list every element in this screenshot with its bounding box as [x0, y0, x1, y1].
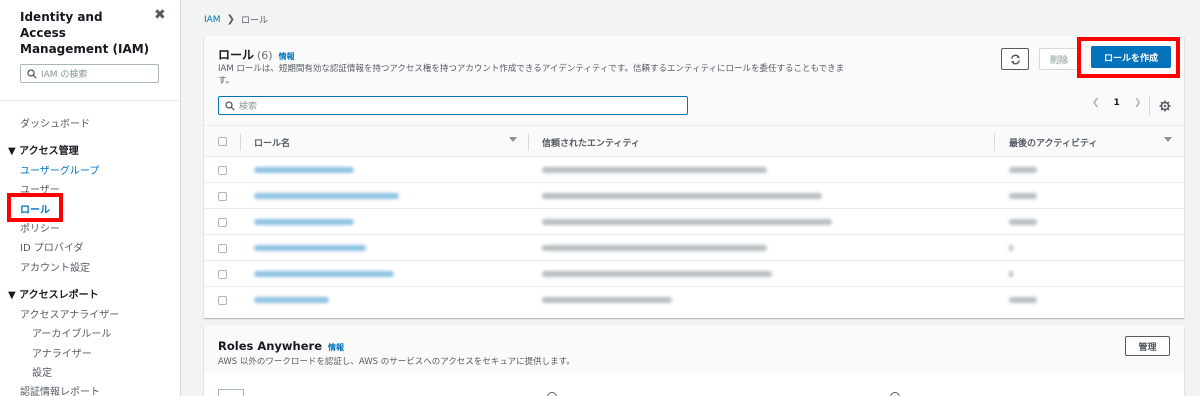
last-activity-text — [1009, 167, 1037, 173]
roles-title-text: ロール — [218, 48, 255, 62]
role-name-link[interactable] — [254, 271, 394, 277]
roles-anywhere-title: Roles Anywhere 情報 — [218, 339, 344, 353]
breadcrumb-current: ロール — [240, 16, 268, 26]
sidebar-section-access-reports[interactable]: ▼ アクセスレポート — [8, 286, 99, 301]
sidebar-item-credential-report[interactable]: 認証情報レポート — [20, 383, 100, 396]
breadcrumb-iam[interactable]: IAM — [204, 15, 221, 25]
trusted-entity-text — [542, 167, 767, 173]
roles-panel-header: ロール (6) 情報 IAM ロールは、短期間有効な認証情報を持つアクセス権を持つア… — [204, 36, 1184, 125]
table-row[interactable] — [204, 235, 1184, 261]
roles-description: IAM ロールは、短期間有効な認証情報を持つアクセス権を持つアカウント作成できる… — [218, 64, 845, 86]
select-all-checkbox[interactable] — [218, 137, 227, 146]
row-checkbox[interactable] — [218, 166, 227, 175]
row-checkbox[interactable] — [218, 296, 227, 305]
sidebar-item-id-providers[interactable]: ID プロバイダ — [20, 239, 83, 254]
table-row[interactable] — [204, 261, 1184, 287]
sidebar-item-user-groups[interactable]: ユーザーグループ — [20, 162, 99, 177]
chevron-left-icon[interactable]: ❮ — [1092, 98, 1100, 108]
roles-anywhere-header: Roles Anywhere 情報 AWS 以外のワークロードを認証し、AWS の… — [204, 326, 1184, 373]
sidebar-section-access-management[interactable]: ▼ アクセス管理 — [8, 142, 79, 157]
role-name-link[interactable] — [254, 245, 366, 251]
gear-icon[interactable] — [1159, 100, 1171, 112]
trusted-entity-text — [542, 219, 832, 225]
trusted-entity-text — [542, 193, 822, 199]
sort-caret-icon[interactable] — [509, 137, 517, 142]
last-activity-text — [1009, 193, 1037, 199]
search-icon — [27, 68, 37, 79]
page-number[interactable]: 1 — [1114, 98, 1120, 108]
table-row[interactable] — [204, 209, 1184, 235]
role-name-link[interactable] — [254, 219, 354, 225]
role-name-link[interactable] — [254, 167, 354, 173]
sidebar-item-dashboard[interactable]: ダッシュボード — [20, 115, 90, 130]
roles-search-placeholder: 検索 — [239, 102, 258, 112]
table-row[interactable] — [204, 183, 1184, 209]
trusted-entity-text — [542, 271, 772, 277]
roles-search-input[interactable]: 検索 — [218, 96, 688, 115]
pagination: ❮ 1 ❯ — [1092, 98, 1141, 108]
roles-anywhere-icon — [218, 389, 244, 396]
roles-panel: ロール (6) 情報 IAM ロールは、短期間有効な認証情報を持つアクセス権を持つア… — [204, 36, 1184, 318]
breadcrumb: IAM ❯ ロール — [204, 13, 268, 26]
chevron-right-icon[interactable]: ❯ — [1134, 98, 1142, 108]
column-header-trusted-entities[interactable]: 信頼されたエンティティ — [542, 136, 640, 149]
divider — [0, 100, 180, 101]
sidebar-title: Identity and Access Management (IAM) — [20, 10, 150, 56]
info-link[interactable]: 情報 — [328, 343, 344, 352]
row-checkbox[interactable] — [218, 244, 227, 253]
sidebar: Identity and Access Management (IAM) ✖ I… — [0, 0, 181, 396]
refresh-button[interactable] — [1001, 48, 1029, 70]
radio-button[interactable] — [547, 392, 557, 396]
iam-console: Identity and Access Management (IAM) ✖ I… — [0, 0, 1200, 396]
divider — [994, 133, 995, 151]
roles-anywhere-title-text: Roles Anywhere — [218, 339, 323, 353]
trusted-entity-text — [542, 297, 672, 303]
column-header-role-name[interactable]: ロール名 — [254, 136, 290, 149]
divider — [528, 133, 529, 151]
last-activity-text — [1009, 271, 1013, 277]
sidebar-item-analyzers[interactable]: アナライザー — [32, 345, 92, 360]
sidebar-item-account-settings[interactable]: アカウント設定 — [20, 259, 90, 274]
row-checkbox[interactable] — [218, 192, 227, 201]
sidebar-item-policies[interactable]: ポリシー — [20, 220, 60, 235]
roles-count: (6) — [257, 49, 273, 62]
roles-anywhere-panel: Roles Anywhere 情報 AWS 以外のワークロードを認証し、AWS の… — [204, 326, 1184, 396]
roles-anywhere-description: AWS 以外のワークロードを認証し、AWS のサービスへのアクセスをセキュアに提… — [218, 357, 575, 367]
role-name-link[interactable] — [254, 297, 329, 303]
last-activity-text — [1009, 245, 1013, 251]
delete-button[interactable]: 削除 — [1039, 48, 1079, 70]
page-title: ロール (6) 情報 — [218, 46, 295, 63]
refresh-icon — [1010, 54, 1020, 64]
table-header: ロール名 信頼されたエンティティ 最後のアクティビティ — [204, 125, 1184, 157]
table-row[interactable] — [204, 287, 1184, 313]
sidebar-search-input[interactable]: IAM の検索 — [20, 64, 159, 83]
table-row[interactable] — [204, 157, 1184, 183]
radio-button[interactable] — [890, 392, 900, 396]
sort-caret-icon[interactable] — [1164, 137, 1172, 142]
sidebar-item-archive-rules[interactable]: アーカイブルール — [32, 325, 111, 340]
info-link[interactable]: 情報 — [279, 52, 295, 61]
divider — [240, 133, 241, 151]
role-name-link[interactable] — [254, 193, 399, 199]
last-activity-text — [1009, 297, 1037, 303]
chevron-right-icon: ❯ — [226, 14, 235, 25]
row-checkbox[interactable] — [218, 270, 227, 279]
last-activity-text — [1009, 219, 1037, 225]
column-header-last-activity[interactable]: 最後のアクティビティ — [1009, 136, 1097, 149]
create-role-highlight-box — [1077, 37, 1180, 78]
search-icon — [225, 100, 235, 111]
sidebar-item-settings[interactable]: 設定 — [32, 364, 52, 379]
roles-highlight-box — [7, 193, 63, 222]
manage-button[interactable]: 管理 — [1125, 336, 1170, 356]
row-checkbox[interactable] — [218, 218, 227, 227]
close-icon[interactable]: ✖ — [154, 7, 166, 23]
sidebar-search-placeholder: IAM の検索 — [41, 70, 88, 80]
trusted-entity-text — [542, 245, 767, 251]
divider — [1149, 96, 1150, 116]
sidebar-item-access-analyzer[interactable]: アクセスアナライザー — [20, 306, 119, 321]
